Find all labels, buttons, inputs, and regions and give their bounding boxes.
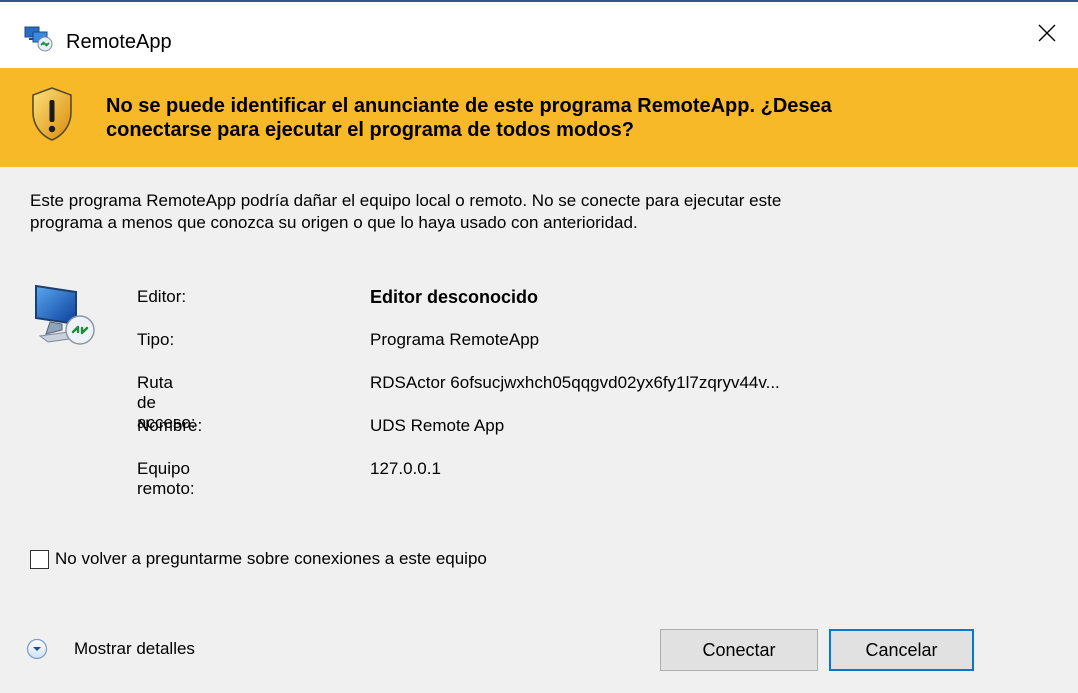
type-value: Programa RemoteApp [370,330,540,349]
title-bar[interactable]: RemoteApp [0,0,1078,68]
editor-value: Editor desconocido [370,287,539,307]
path-value: RDSActor 6ofsucjwxhch05qqgvd02yx6fy1l7zq… [370,373,780,392]
dont-ask-again-option[interactable]: No volver a preguntarme sobre conexiones… [30,549,487,569]
remote-computer-label: Equipo remoto: [137,459,195,498]
connect-button[interactable]: Conectar [660,629,818,671]
editor-label: Editor: [137,287,187,306]
remote-computer-icon [32,280,102,352]
dont-ask-again-checkbox[interactable] [30,549,49,569]
warning-message: No se puede identificar el anunciante de… [106,94,1006,142]
show-details-toggle[interactable]: Mostrar detalles [26,638,195,660]
warning-line-2: conectarse para ejecutar el programa de … [106,119,634,141]
name-label: Nombre: [137,416,203,435]
close-button[interactable] [1016,2,1078,68]
description-line-1: Este programa RemoteApp podría dañar el … [30,191,782,210]
warning-shield-icon [30,86,74,142]
show-details-label[interactable]: Mostrar detalles [74,639,195,659]
warning-banner: No se puede identificar el anunciante de… [0,68,1078,167]
close-icon [1037,23,1057,48]
chevron-down-circle-icon[interactable] [26,638,48,660]
warning-line-1: No se puede identificar el anunciante de… [106,95,832,117]
name-value: UDS Remote App [370,416,505,435]
type-label: Tipo: [137,330,175,349]
dont-ask-again-label[interactable]: No volver a preguntarme sobre conexiones… [55,549,487,569]
cancel-button[interactable]: Cancelar [829,629,974,671]
window-title: RemoteApp [66,31,172,53]
remoteapp-dialog: RemoteApp No se puede identificar el anu… [0,0,1078,693]
description: Este programa RemoteApp podría dañar el … [30,190,1010,234]
remote-computer-value: 127.0.0.1 [370,459,441,478]
remoteapp-icon [24,26,54,52]
description-line-2: programa a menos que conozca su origen o… [30,213,638,232]
